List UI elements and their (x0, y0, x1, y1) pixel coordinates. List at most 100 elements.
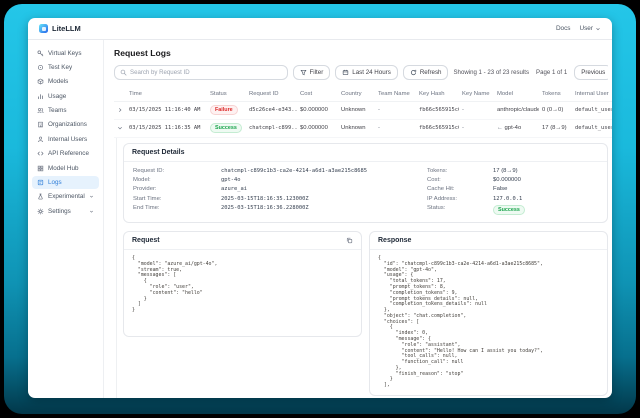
collapse-row-button[interactable] (114, 125, 126, 131)
grid-icon (37, 165, 44, 172)
status-badge: Success (493, 205, 525, 215)
expand-row-button[interactable] (114, 107, 126, 113)
detail-label: IP Address: (427, 196, 493, 202)
detail-cost: $0.000000 (493, 177, 598, 183)
docs-link[interactable]: Docs (556, 25, 571, 32)
bar-chart-icon (37, 93, 44, 100)
top-navbar: LiteLLM Docs User (28, 18, 612, 40)
sidebar-item-organizations[interactable]: Organizations (32, 119, 99, 131)
status-badge: Failure (210, 105, 238, 115)
search-input[interactable] (130, 69, 282, 76)
detail-label: Start Time: (133, 196, 221, 202)
copy-button[interactable] (346, 237, 353, 244)
page-title: Request Logs (114, 48, 612, 58)
sidebar-item-virtual-keys[interactable]: Virtual Keys (32, 47, 99, 59)
cell-key-name: - (462, 125, 494, 131)
sidebar-item-api-reference[interactable]: API Reference (32, 148, 99, 160)
sidebar-item-label: Internal Users (48, 136, 87, 143)
chevron-down-icon (89, 209, 94, 214)
sidebar-item-test-key[interactable]: Test Key (32, 61, 99, 73)
detail-label: Tokens: (427, 168, 493, 174)
sidebar-item-logs[interactable]: Logs (32, 176, 99, 188)
expanded-row-details: Request Details Request ID: chatcmpl-c89… (116, 138, 612, 399)
cell-cost: $0.000000 (300, 125, 338, 131)
chevron-right-icon (117, 107, 123, 113)
request-details-title: Request Details (132, 149, 185, 156)
calendar-icon (342, 69, 349, 76)
detail-start-time: 2025-03-15T18:16:35.123000Z (221, 196, 401, 202)
sidebar-item-settings[interactable]: Settings (32, 205, 99, 217)
flask-icon (37, 193, 44, 200)
col-team-name: Team Name (378, 91, 416, 97)
col-key-name: Key Name (462, 91, 494, 97)
user-menu[interactable]: User (580, 25, 602, 32)
cell-country: Unknown (341, 107, 375, 113)
sidebar-item-usage[interactable]: Usage (32, 90, 99, 102)
people-icon (37, 107, 44, 114)
request-panel: Request { "model": "azure_ai/gpt-4o", "s… (123, 231, 362, 337)
detail-label: Provider: (133, 186, 221, 192)
previous-page-button[interactable]: Previous (574, 65, 608, 80)
brand-name: LiteLLM (52, 24, 81, 33)
cell-key-hash: fb66c565915c6... (419, 107, 459, 113)
sidebar-item-label: Experimental (48, 193, 85, 200)
request-json: { "model": "azure_ai/gpt-4o", "stream": … (124, 250, 361, 320)
detail-cache-hit: False (493, 186, 598, 192)
funnel-icon (300, 69, 307, 76)
cube-icon (37, 78, 44, 85)
col-cost: Cost (300, 91, 338, 97)
search-box[interactable] (114, 65, 288, 80)
cell-time: 03/15/2025 11:16:40 AM (129, 107, 207, 113)
building-icon (37, 121, 44, 128)
table-row[interactable]: 03/15/2025 11:16:35 AM Success chatcmpl-… (114, 120, 612, 138)
time-range-button[interactable]: Last 24 Hours (335, 65, 398, 80)
sidebar-item-label: Teams (48, 107, 67, 114)
model-arrow-icon: ← (497, 125, 503, 131)
sidebar-item-teams[interactable]: Teams (32, 105, 99, 117)
brand: LiteLLM (39, 24, 81, 33)
detail-label: Cost: (427, 177, 493, 183)
cell-tokens: 0 (0→0) (542, 107, 572, 113)
filter-button[interactable]: Filter (293, 65, 331, 80)
col-internal-user: Internal User (575, 91, 612, 97)
status-badge: Success (210, 123, 242, 133)
sidebar-item-model-hub[interactable]: Model Hub (32, 162, 99, 174)
sidebar-item-label: Settings (48, 208, 71, 215)
detail-label: Cache Hit: (427, 186, 493, 192)
request-panel-title: Request (132, 237, 160, 244)
detail-request-id: chatcmpl-c899c1b3-ca2e-4214-a6d1-a3ae215… (221, 168, 401, 174)
cell-request-id: chatcmpl-c899... (249, 125, 297, 131)
request-details-card: Request Details Request ID: chatcmpl-c89… (123, 143, 608, 224)
refresh-icon (410, 69, 417, 76)
col-tokens: Tokens (542, 91, 572, 97)
cell-internal-user: default_user_id (575, 107, 612, 113)
sidebar-item-label: Model Hub (48, 165, 78, 172)
filter-button-label: Filter (310, 69, 324, 76)
cell-cost: $0.000000 (300, 107, 338, 113)
sidebar-item-experimental[interactable]: Experimental (32, 191, 99, 203)
sidebar-item-internal-users[interactable]: Internal Users (32, 133, 99, 145)
request-response-panels: Request { "model": "azure_ai/gpt-4o", "s… (123, 231, 608, 396)
table-row[interactable]: 03/15/2025 11:16:40 AM Failure d5c26ce4-… (114, 102, 612, 120)
cell-team-name: - (378, 107, 416, 113)
user-menu-label: User (580, 25, 594, 32)
refresh-button-label: Refresh (420, 69, 442, 76)
results-count: Showing 1 - 23 of 23 results (453, 69, 529, 76)
cell-key-name: - (462, 107, 494, 113)
sidebar-item-label: Logs (48, 179, 62, 186)
detail-end-time: 2025-03-15T18:16:36.228000Z (221, 205, 401, 211)
sidebar-item-models[interactable]: Models (32, 76, 99, 88)
copy-icon (346, 237, 353, 244)
cell-request-id: d5c26ce4-e343... (249, 107, 297, 113)
refresh-button[interactable]: Refresh (403, 65, 449, 80)
code-icon (37, 150, 44, 157)
sidebar-item-label: Organizations (48, 121, 87, 128)
cell-internal-user: default_user_id (575, 125, 612, 131)
sidebar-item-label: Models (48, 78, 68, 85)
target-icon (37, 64, 44, 71)
sidebar-item-label: Usage (48, 93, 66, 100)
response-json: { "id": "chatcmpl-c899c1b3-ca2e-4214-a6d… (370, 250, 607, 395)
col-key-hash: Key Hash (419, 91, 459, 97)
previous-label: Previous (581, 69, 605, 76)
col-time: Time (129, 91, 207, 97)
